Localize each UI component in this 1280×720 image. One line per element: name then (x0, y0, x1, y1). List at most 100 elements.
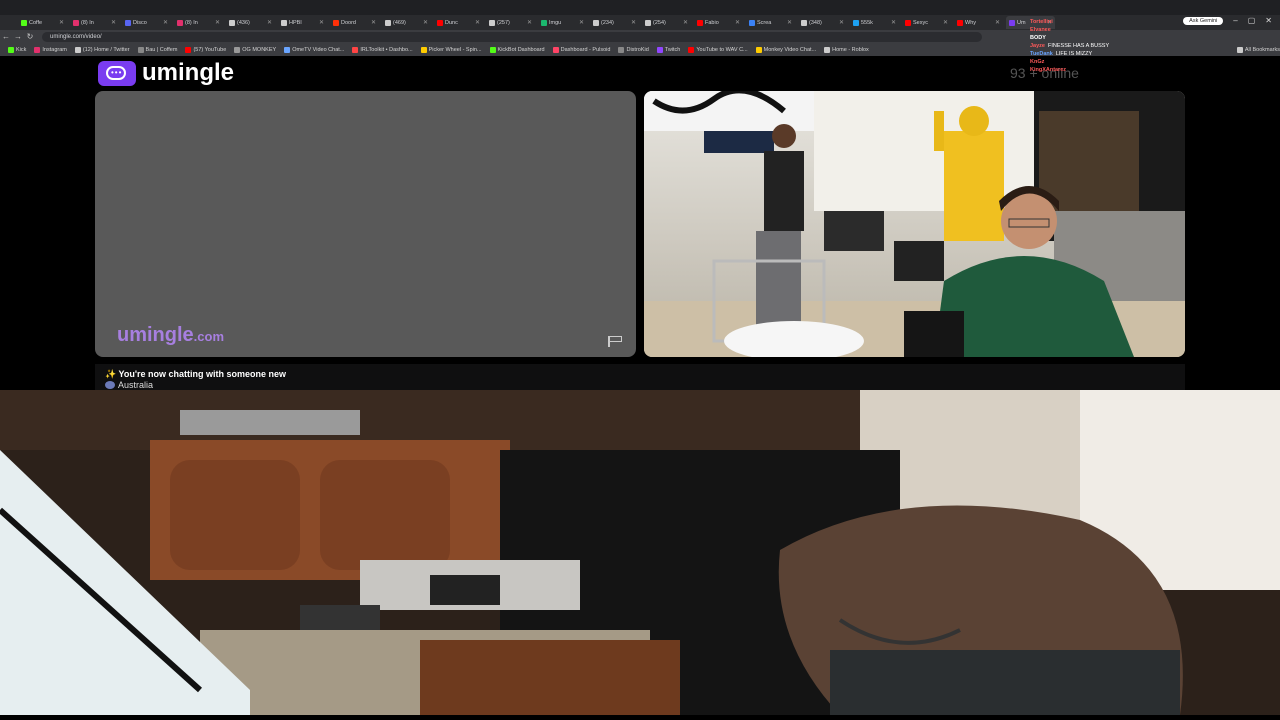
bookmark-label: OG MONKEY (242, 47, 277, 53)
bookmark-item[interactable]: (57) YouTube (185, 47, 226, 53)
tab-favicon-icon (593, 19, 599, 26)
tab-close-icon[interactable]: ✕ (319, 19, 324, 26)
tab-title: (8) In (81, 19, 94, 26)
browser-tab[interactable]: (254) ✕ (642, 16, 691, 29)
bookmark-item[interactable]: Instagram (34, 47, 67, 53)
browser-tab[interactable]: Disco ✕ (122, 16, 171, 29)
browser-tab[interactable]: Doord ✕ (330, 16, 379, 29)
site-logo[interactable]: ••• umingle (98, 59, 234, 87)
webcam-feed (0, 390, 1280, 715)
bookmark-favicon-icon (74, 47, 81, 53)
bookmark-item[interactable]: Dashboard - Pulsoid (552, 47, 610, 53)
tab-favicon-icon (489, 19, 495, 26)
country-info: Australia (105, 380, 153, 390)
tab-close-icon[interactable]: ✕ (371, 19, 376, 26)
maximize-icon[interactable]: ▢ (1248, 16, 1256, 25)
reload-icon[interactable]: ↻ (24, 31, 36, 43)
tab-close-icon[interactable]: ✕ (787, 19, 792, 26)
bookmark-item[interactable]: Twitch (656, 47, 681, 53)
tab-favicon-icon (801, 19, 807, 26)
browser-tab[interactable]: Fabio ✕ (694, 16, 743, 29)
bookmark-item[interactable]: IRLToolkit • Dashbo... (352, 47, 413, 53)
tab-favicon-icon (21, 19, 27, 26)
bookmark-label: All Bookmarks (1244, 47, 1280, 53)
tab-close-icon[interactable]: ✕ (475, 19, 480, 26)
bookmark-label: KickBot Dashboard (497, 47, 545, 53)
browser-tab[interactable]: (436) ✕ (226, 16, 275, 29)
browser-tab[interactable]: 555k ✕ (850, 16, 899, 29)
tab-close-icon[interactable]: ✕ (683, 19, 688, 26)
minimize-icon[interactable]: – (1233, 16, 1237, 25)
bookmark-item[interactable]: Kick (8, 47, 26, 53)
browser-tab[interactable]: (257) ✕ (486, 16, 535, 29)
tab-close-icon[interactable]: ✕ (59, 19, 64, 26)
url-field[interactable]: umingle.com/video/ (42, 32, 982, 42)
bookmark-item[interactable]: KickBot Dashboard (489, 47, 545, 53)
browser-tab[interactable]: (234) ✕ (590, 16, 639, 29)
chat-username: TueDank (1030, 51, 1053, 57)
chat-username: Tortellini (1030, 19, 1053, 25)
bookmark-favicon-icon (420, 47, 427, 53)
bookmark-item[interactable]: Bau | Coffem (137, 47, 178, 53)
bookmark-item[interactable]: OmeTV Video Chat... (284, 47, 344, 53)
tab-close-icon[interactable]: ✕ (631, 19, 636, 26)
tab-close-icon[interactable]: ✕ (995, 19, 1000, 26)
browser-tab[interactable]: (348) ✕ (798, 16, 847, 29)
browser-tab[interactable]: Dunc ✕ (434, 16, 483, 29)
tab-close-icon[interactable]: ✕ (579, 19, 584, 26)
back-icon[interactable]: ← (0, 31, 12, 43)
bookmark-label: Bau | Coffem (145, 47, 178, 53)
tab-close-icon[interactable]: ✕ (735, 19, 740, 26)
tab-close-icon[interactable]: ✕ (111, 19, 116, 26)
bookmark-favicon-icon (185, 47, 192, 53)
tab-close-icon[interactable]: ✕ (891, 19, 896, 26)
tab-close-icon[interactable]: ✕ (163, 19, 168, 26)
bookmark-favicon-icon (824, 47, 831, 53)
bookmark-favicon-icon (352, 47, 359, 53)
bookmark-item[interactable]: (12) Home / Twitter (74, 47, 130, 53)
remote-video-frame (644, 91, 1185, 357)
tab-close-icon[interactable]: ✕ (839, 19, 844, 26)
bookmark-favicon-icon (8, 47, 14, 53)
browser-tab[interactable]: (8) In ✕ (70, 16, 119, 29)
bookmark-favicon-icon (755, 47, 762, 53)
browser-tab[interactable]: Coffe ✕ (18, 16, 67, 29)
tab-close-icon[interactable]: ✕ (943, 19, 948, 26)
bookmark-item[interactable]: OG MONKEY (234, 47, 276, 53)
bookmark-item[interactable]: Monkey Video Chat... (755, 47, 817, 53)
tab-favicon-icon (177, 19, 183, 26)
report-flag-icon[interactable] (608, 336, 624, 347)
bookmark-item[interactable]: DistroKid (618, 47, 649, 53)
tab-close-icon[interactable]: ✕ (423, 19, 428, 26)
chat-username: KingXAntarez (1030, 67, 1067, 73)
browser-tab[interactable]: (469) ✕ (382, 16, 431, 29)
tab-close-icon[interactable]: ✕ (267, 19, 272, 26)
bookmark-favicon-icon (34, 47, 41, 53)
bookmark-item[interactable]: YouTube to WAV C... (688, 47, 748, 53)
browser-tab[interactable]: HPBI ✕ (278, 16, 327, 29)
chat-message: Elvanee (1030, 26, 1130, 34)
browser-tab[interactable]: Imgu ✕ (538, 16, 587, 29)
chat-username: Elvanee (1030, 27, 1051, 33)
bookmark-item[interactable]: Picker Wheel - Spin... (420, 47, 482, 53)
forward-icon[interactable]: → (12, 31, 24, 43)
bookmark-label: Monkey Video Chat... (763, 47, 817, 53)
ask-gemini-button[interactable]: Ask Gemini (1183, 16, 1224, 25)
browser-tab[interactable]: Screa ✕ (746, 16, 795, 29)
close-icon[interactable]: ✕ (1265, 16, 1272, 25)
watermark: umingle.com (117, 324, 224, 347)
tab-favicon-icon (645, 19, 651, 26)
browser-tab[interactable]: Sexyc ✕ (902, 16, 951, 29)
tab-favicon-icon (749, 19, 755, 26)
country-label: Australia (118, 380, 154, 390)
tab-close-icon[interactable]: ✕ (215, 19, 220, 26)
tab-close-icon[interactable]: ✕ (527, 19, 532, 26)
chat-status-bar: ✨ You're now chatting with someone new A… (95, 364, 1185, 390)
bookmark-label: Twitch (664, 47, 681, 53)
bookmark-favicon-icon (489, 47, 496, 53)
browser-tab[interactable]: (8) In ✕ (174, 16, 223, 29)
bookmark-item[interactable]: Home - Roblox (824, 47, 869, 53)
bookmark-item[interactable]: All Bookmarks (1236, 47, 1280, 53)
browser-tab[interactable]: Why ✕ (954, 16, 1003, 29)
remote-video-panel (644, 91, 1185, 357)
